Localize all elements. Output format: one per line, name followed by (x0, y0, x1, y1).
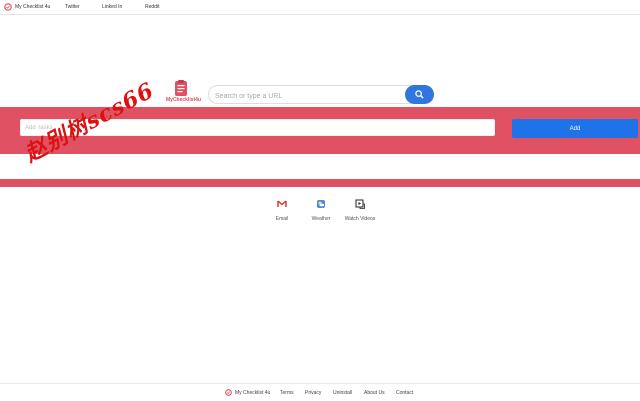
search-icon (415, 90, 424, 99)
footer-brand-link[interactable]: My Checklist 4u (235, 390, 270, 396)
footer-link-contact[interactable]: Contact (396, 390, 413, 396)
search-button[interactable] (405, 85, 434, 104)
footer: My Checklist 4u Terms Privacy Uninstall … (0, 383, 640, 401)
brand-name: MyChecklist4u (166, 97, 202, 103)
weather-icon (316, 196, 326, 208)
top-nav: My Checklist 4u Twitter Linked In Reddit (0, 0, 640, 15)
add-task-button[interactable]: Add (512, 119, 638, 138)
topnav-brand-link[interactable]: My Checklist 4u (15, 3, 50, 11)
footer-link-privacy[interactable]: Privacy (305, 390, 321, 396)
brand-logo: MyChecklist4u (166, 80, 202, 106)
task-band-bottom (0, 179, 640, 187)
footer-link-terms[interactable]: Terms (280, 390, 294, 396)
footer-link-about-us[interactable]: About Us (364, 390, 385, 396)
checklist-logo-icon (174, 80, 188, 97)
gmail-icon (277, 196, 287, 207)
shortcut-email[interactable]: Email (264, 196, 300, 226)
shortcut-label: Weather (311, 216, 331, 222)
topnav-link-linkedin[interactable]: Linked In (102, 3, 122, 11)
footer-link-uninstall[interactable]: Uninstall (333, 390, 352, 396)
video-icon (355, 196, 365, 209)
search-box (208, 85, 434, 104)
shortcut-watch-videos[interactable]: Watch Videos (342, 196, 378, 226)
shortcut-label: Email (275, 216, 289, 222)
checklist-logo-icon (225, 389, 232, 396)
topnav-link-reddit[interactable]: Reddit (145, 3, 159, 11)
checklist-logo-icon (4, 3, 12, 11)
shortcut-weather[interactable]: Weather (303, 196, 339, 226)
shortcut-label: Watch Videos (344, 216, 376, 222)
topnav-link-twitter[interactable]: Twitter (65, 3, 80, 11)
search-input[interactable] (213, 88, 407, 104)
